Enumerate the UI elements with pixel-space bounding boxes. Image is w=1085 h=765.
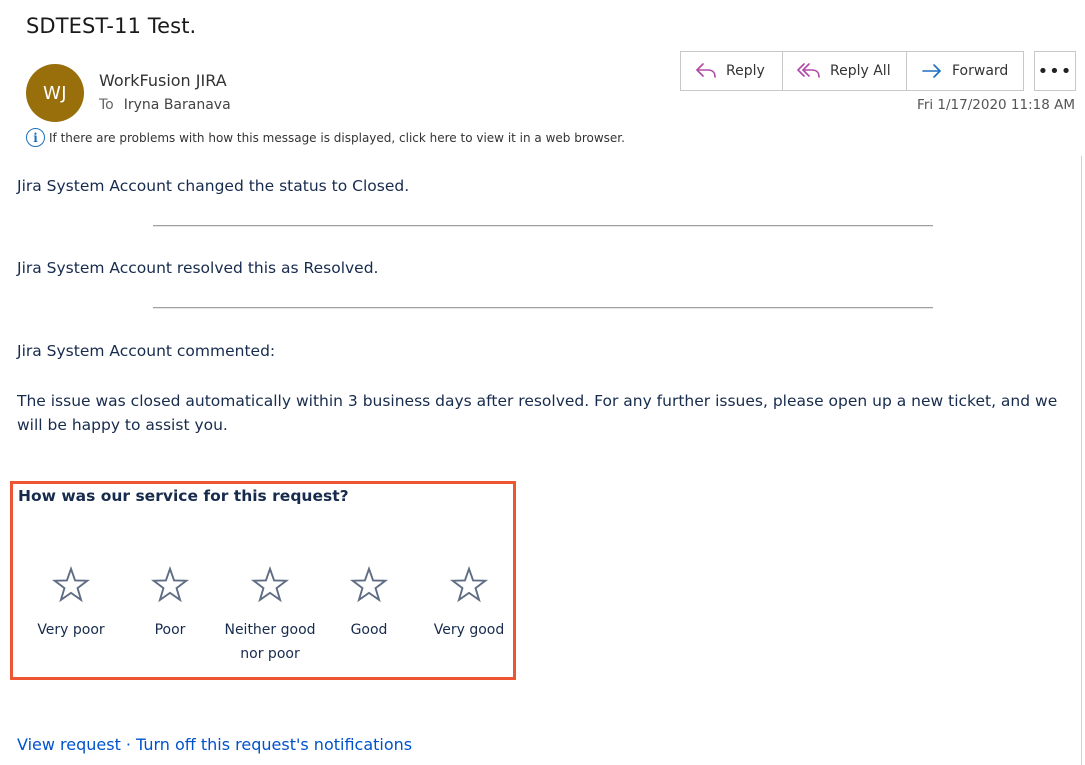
recipient-name[interactable]: Iryna Baranava <box>124 97 231 113</box>
reply-button[interactable]: Reply <box>681 52 783 90</box>
reply-all-label: Reply All <box>830 63 891 79</box>
rating-label: Poor <box>154 622 186 638</box>
info-message[interactable]: If there are problems with how this mess… <box>49 131 625 145</box>
rating-option-good[interactable]: Good <box>319 566 419 642</box>
rating-label: Neither good nor poor <box>224 622 316 662</box>
rating-label: Very good <box>433 622 505 638</box>
rating-question: How was our service for this request? <box>18 487 349 505</box>
more-icon: ••• <box>1037 60 1073 82</box>
recipient-line: To Iryna Baranava <box>99 97 231 113</box>
rating-option-very-poor[interactable]: Very poor <box>21 566 121 642</box>
reply-label: Reply <box>726 63 765 79</box>
email-subject: SDTEST-11 Test. <box>26 14 197 38</box>
star-icon[interactable] <box>52 566 90 604</box>
sender-name[interactable]: WorkFusion JIRA <box>99 71 227 90</box>
star-icon[interactable] <box>151 566 189 604</box>
view-request-link[interactable]: View request <box>17 735 121 754</box>
forward-button[interactable]: Forward <box>907 52 1023 90</box>
rating-label: Good <box>350 622 388 638</box>
message-timestamp: Fri 1/17/2020 11:18 AM <box>917 97 1075 113</box>
message-actions: Reply Reply All Forward <box>680 51 1024 91</box>
resolution-text: Jira System Account resolved this as Res… <box>17 259 379 277</box>
info-bar[interactable]: i If there are problems with how this me… <box>26 128 625 147</box>
divider <box>153 225 933 227</box>
rating-option-poor[interactable]: Poor <box>120 566 220 642</box>
link-separator: · <box>125 735 131 754</box>
forward-arrow-icon <box>922 64 941 78</box>
footer-links: View request · Turn off this request's not… <box>17 735 412 754</box>
reply-all-button[interactable]: Reply All <box>783 52 907 90</box>
status-change-text: Jira System Account changed the status t… <box>17 177 410 195</box>
star-icon[interactable] <box>251 566 289 604</box>
star-icon[interactable] <box>350 566 388 604</box>
rating-option-very-good[interactable]: Very good <box>419 566 519 642</box>
rating-option-neither[interactable]: Neither good nor poor <box>207 566 333 666</box>
avatar[interactable]: WJ <box>26 64 84 122</box>
avatar-initials: WJ <box>42 82 68 104</box>
reading-pane-scrollbar[interactable] <box>1081 156 1082 765</box>
rating-label: Very poor <box>37 622 105 638</box>
star-icon[interactable] <box>450 566 488 604</box>
info-icon: i <box>26 128 45 147</box>
reply-all-icon <box>797 63 820 78</box>
turn-off-notifications-link[interactable]: Turn off this request's notifications <box>136 735 412 754</box>
comment-header: Jira System Account commented: <box>17 342 276 360</box>
divider <box>153 307 933 309</box>
reply-icon <box>696 63 716 78</box>
more-actions-button[interactable]: ••• <box>1034 51 1076 91</box>
service-rating-panel: How was our service for this request? Ve… <box>10 481 516 680</box>
forward-label: Forward <box>952 63 1009 79</box>
to-label: To <box>99 97 114 113</box>
comment-text: The issue was closed automatically withi… <box>17 392 1058 434</box>
